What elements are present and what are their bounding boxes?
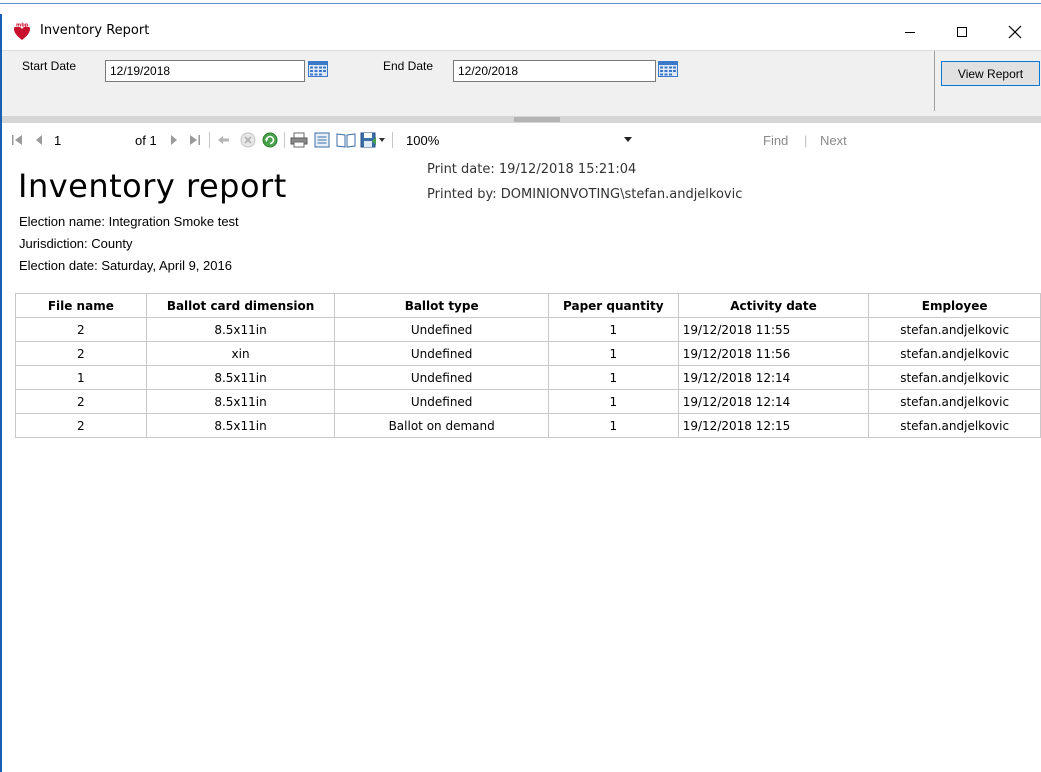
employee-cell: stefan.andjelkovic	[868, 389, 1041, 414]
file-name-cell: 2	[15, 341, 147, 366]
column-header: Employee	[868, 293, 1041, 318]
end-date-field[interactable]: 12/20/2018	[453, 60, 656, 82]
close-button[interactable]	[993, 14, 1037, 50]
print-date: Print date: 19/12/2018 15:21:04	[427, 162, 637, 177]
zoom-select[interactable]: 100%	[406, 133, 439, 148]
minimize-button[interactable]	[888, 14, 932, 50]
maximize-button[interactable]	[940, 14, 984, 50]
file-name-cell: 2	[15, 317, 147, 342]
ballot-type-cell: Undefined	[334, 365, 549, 390]
calendar-icon[interactable]	[308, 61, 328, 77]
employee-cell: stefan.andjelkovic	[868, 413, 1041, 438]
toolbar-separator	[392, 132, 393, 148]
activity-date-cell: 19/12/2018 11:56	[677, 341, 870, 366]
dimension-cell: 8.5x11in	[145, 413, 336, 438]
report-window: mbp Inventory Report Start Date 12/19/20…	[0, 0, 1041, 772]
quantity-cell: 1	[547, 341, 679, 366]
parameter-splitter[interactable]	[2, 116, 1041, 123]
employee-cell: stefan.andjelkovic	[868, 317, 1041, 342]
employee-cell: stefan.andjelkovic	[868, 365, 1041, 390]
table-header-row: File name Ballot card dimension Ballot t…	[15, 293, 1041, 318]
window-title: Inventory Report	[40, 23, 150, 38]
column-header: Ballot card dimension	[145, 293, 336, 318]
report-toolbar: 1 of 1 100% Find | Next	[2, 123, 1041, 157]
dimension-cell: 8.5x11in	[145, 365, 336, 390]
chevron-down-icon[interactable]	[622, 131, 634, 149]
table-row: 1 8.5x11in Undefined 1 19/12/2018 12:14 …	[15, 365, 1041, 390]
table-row: 2 8.5x11in Undefined 1 19/12/2018 11:55 …	[15, 317, 1041, 342]
export-icon[interactable]	[359, 131, 387, 149]
report-title: Inventory report	[18, 167, 287, 205]
activity-date-cell: 19/12/2018 11:55	[677, 317, 870, 342]
quantity-cell: 1	[547, 413, 679, 438]
toolbar-separator	[284, 132, 285, 148]
next-page-icon[interactable]	[168, 131, 180, 149]
refresh-icon[interactable]	[261, 131, 279, 149]
top-strip	[0, 0, 1041, 7]
table-row: 2 xin Undefined 1 19/12/2018 11:56 stefa…	[15, 341, 1041, 366]
quantity-cell: 1	[547, 317, 679, 342]
file-name-cell: 1	[15, 365, 147, 390]
current-page-input[interactable]: 1	[54, 133, 61, 148]
view-report-button[interactable]: View Report	[941, 61, 1040, 86]
svg-text:mbp: mbp	[16, 23, 29, 29]
jurisdiction: Jurisdiction: County	[19, 236, 133, 251]
last-page-icon[interactable]	[188, 131, 202, 149]
calendar-icon[interactable]	[658, 61, 678, 77]
activity-date-cell: 19/12/2018 12:14	[677, 389, 870, 414]
election-name: Election name: Integration Smoke test	[19, 214, 239, 229]
report-viewer: Inventory report Print date: 19/12/2018 …	[2, 157, 1041, 772]
activity-date-cell: 19/12/2018 12:15	[677, 413, 870, 438]
printed-by: Printed by: DOMINIONVOTING\stefan.andjel…	[427, 187, 743, 202]
first-page-icon[interactable]	[10, 131, 24, 149]
stop-icon[interactable]	[239, 131, 257, 149]
quantity-cell: 1	[547, 389, 679, 414]
previous-page-icon[interactable]	[32, 131, 46, 149]
page-count: of 1	[135, 133, 157, 148]
column-header: Paper quantity	[547, 293, 679, 318]
parameter-panel: Start Date 12/19/2018 End Date 12/20/201…	[2, 50, 1041, 123]
collapse-handle[interactable]	[514, 117, 560, 122]
ballot-type-cell: Undefined	[334, 389, 549, 414]
quantity-cell: 1	[547, 365, 679, 390]
column-header: Activity date	[677, 293, 870, 318]
print-layout-icon[interactable]	[312, 131, 332, 149]
table-row: 2 8.5x11in Undefined 1 19/12/2018 12:14 …	[15, 389, 1041, 414]
table-row: 2 8.5x11in Ballot on demand 1 19/12/2018…	[15, 413, 1041, 438]
next-button[interactable]: Next	[820, 133, 847, 148]
start-date-label: Start Date	[22, 59, 77, 73]
file-name-cell: 2	[15, 413, 147, 438]
file-name-cell: 2	[15, 389, 147, 414]
ballot-type-cell: Ballot on demand	[334, 413, 549, 438]
find-separator: |	[804, 133, 808, 148]
start-date-field[interactable]: 12/19/2018	[105, 60, 305, 82]
column-header: File name	[15, 293, 147, 318]
election-date: Election date: Saturday, April 9, 2016	[19, 258, 232, 273]
print-icon[interactable]	[289, 131, 309, 149]
toolbar-separator	[209, 132, 210, 148]
dimension-cell: xin	[145, 341, 336, 366]
dimension-cell: 8.5x11in	[145, 317, 336, 342]
activity-date-cell: 19/12/2018 12:14	[677, 365, 870, 390]
back-icon[interactable]	[216, 131, 232, 149]
ballot-type-cell: Undefined	[334, 341, 549, 366]
mbp-app-icon: mbp	[12, 22, 32, 42]
page-setup-icon[interactable]	[335, 131, 357, 149]
column-header: Ballot type	[334, 293, 549, 318]
dimension-cell: 8.5x11in	[145, 389, 336, 414]
ballot-type-cell: Undefined	[334, 317, 549, 342]
end-date-label: End Date	[383, 59, 434, 73]
title-bar[interactable]: mbp Inventory Report	[2, 14, 1041, 50]
employee-cell: stefan.andjelkovic	[868, 341, 1041, 366]
inventory-table: File name Ballot card dimension Ballot t…	[15, 293, 1041, 438]
parameter-divider	[934, 51, 935, 111]
find-button[interactable]: Find	[763, 133, 788, 148]
